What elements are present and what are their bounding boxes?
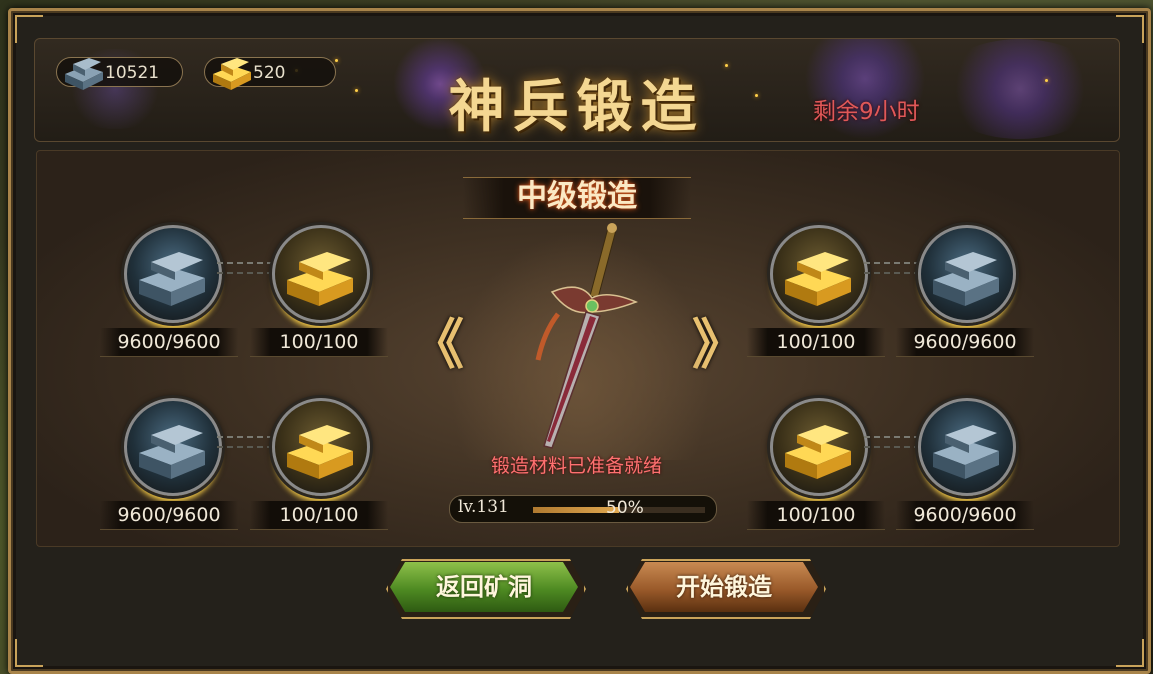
material-count: 9600/9600 [896,328,1034,357]
page-title: 神兵锻造 [448,74,705,140]
forge-status-text: 锻造材料已准备就绪 [490,455,662,477]
iron-material-slot[interactable] [124,225,222,323]
return-to-mine-button[interactable]: 返回矿洞 [390,562,578,612]
frame-corner [15,639,43,667]
material-count: 9600/9600 [100,501,238,530]
iron-material-slot[interactable] [124,398,222,496]
remaining-time: 剩余9小时 [813,99,920,125]
iron-ingot-icon [933,252,999,306]
frame-corner [1116,15,1144,43]
start-forging-button[interactable]: 开始锻造 [630,562,818,612]
weapon-display [440,220,720,460]
gold-ingot-icon [287,252,353,306]
forge-level-title: 中级锻造 [517,179,637,214]
iron-ingot-icon [139,252,205,306]
chain-decoration [217,262,273,274]
iron-material-slot[interactable] [918,398,1016,496]
chain-decoration [217,436,273,448]
progress-percent: 50% [606,498,644,518]
material-count: 100/100 [747,328,885,357]
gold-material-slot[interactable] [272,225,370,323]
gold-material-slot[interactable] [770,398,868,496]
gold-material-slot[interactable] [272,398,370,496]
gold-material-slot[interactable] [770,225,868,323]
chain-decoration [864,436,920,448]
material-count: 100/100 [747,501,885,530]
chain-decoration [864,262,920,274]
material-count: 100/100 [250,501,388,530]
material-count: 9600/9600 [100,328,238,357]
material-count: 100/100 [250,328,388,357]
iron-material-slot[interactable] [918,225,1016,323]
sword-icon [535,223,638,449]
frame-corner [1116,639,1144,667]
gold-ingot-icon [785,252,851,306]
material-count: 9600/9600 [896,501,1034,530]
weapon-level: lv.131 [458,497,509,517]
